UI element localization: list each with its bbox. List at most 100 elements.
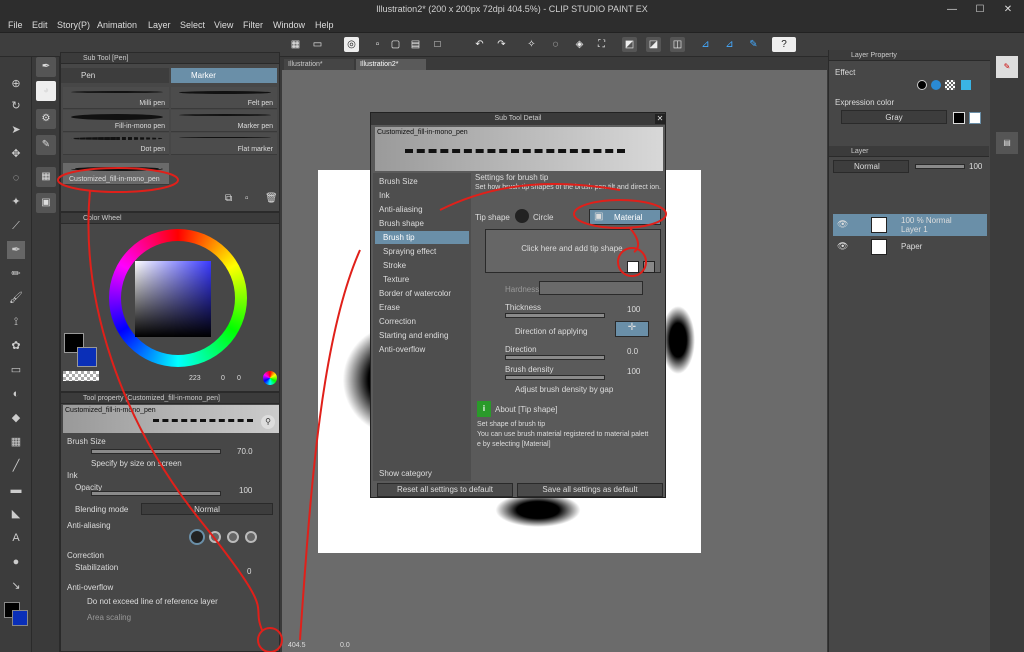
reset-all-button[interactable]: Reset all settings to default [377, 483, 513, 497]
selection-invert-icon[interactable]: ◫ [670, 37, 685, 52]
effect-expression-icon[interactable] [961, 80, 971, 90]
menu-view[interactable]: View [214, 20, 233, 30]
direction-applying-button[interactable]: ✛ [615, 321, 649, 337]
ruler-tool-icon[interactable]: ◣ [7, 505, 25, 523]
operation-icon[interactable]: ➤ [7, 121, 25, 139]
fill-icon[interactable]: ◈ [572, 37, 587, 52]
new-file-icon[interactable]: ▫ [370, 37, 385, 52]
redo-icon[interactable]: ↷ [494, 37, 509, 52]
layer-blend-select[interactable]: Normal [833, 160, 909, 173]
copy-subtool-icon[interactable]: ⧉ [225, 193, 232, 204]
lasso-icon[interactable]: ◌ [7, 169, 25, 187]
category-brush-size[interactable]: Brush Size [379, 177, 418, 186]
minimize-button[interactable]: — [938, 0, 966, 19]
saturation-value-square[interactable] [135, 261, 211, 337]
menu-story[interactable]: Story(P) [57, 20, 90, 30]
delete-subtool-icon[interactable]: 🗑 [265, 193, 278, 204]
monitor-icon[interactable]: ▭ [310, 37, 325, 52]
correct-line-icon[interactable]: ↘ [7, 577, 25, 595]
auto-select-icon[interactable]: ✦ [7, 193, 25, 211]
close-button[interactable]: ✕ [994, 0, 1022, 19]
menu-window[interactable]: Window [273, 20, 305, 30]
menu-filter[interactable]: Filter [243, 20, 263, 30]
category-erase[interactable]: Erase [379, 303, 400, 312]
opacity-slider[interactable] [91, 491, 221, 496]
layer-opacity-slider[interactable] [915, 164, 965, 169]
dialog-close-button[interactable]: ✕ [655, 114, 665, 124]
category-spraying-effect[interactable]: Spraying effect [383, 247, 436, 256]
tab-illustration2[interactable]: Illustration2* [356, 59, 426, 70]
layer-row-1[interactable]: 👁 100 % Normal Layer 1 [833, 214, 987, 236]
sub-color-chip[interactable] [77, 347, 97, 367]
direction-slider[interactable] [505, 355, 605, 360]
balloon-icon[interactable]: ● [7, 553, 25, 571]
text-icon[interactable]: A [7, 529, 25, 547]
layer-row-paper[interactable]: 👁 Paper [833, 236, 987, 258]
category-texture[interactable]: Texture [383, 275, 409, 284]
do-not-exceed-checkbox[interactable]: Do not exceed line of reference layer [87, 597, 218, 606]
expression-black-chip[interactable] [953, 112, 965, 124]
color-wheel-icon[interactable]: ◕ [36, 81, 56, 101]
save-all-button[interactable]: Save all settings as default [517, 483, 663, 497]
transparent-color-chip[interactable] [63, 371, 99, 381]
angle-value[interactable]: 0.0 [340, 642, 350, 649]
decoration-icon[interactable]: ✿ [7, 337, 25, 355]
hide-selection-icon[interactable]: ◩ [622, 37, 637, 52]
aa-strong-button[interactable] [245, 531, 257, 543]
tab-marker[interactable]: Marker [171, 68, 277, 83]
expression-color-select[interactable]: Gray [841, 110, 947, 124]
grid-icon[interactable]: ▦ [288, 37, 303, 52]
circle-tip-icon[interactable] [515, 209, 529, 223]
help-icon[interactable]: ? [772, 37, 796, 52]
menu-file[interactable]: File [8, 20, 23, 30]
menu-help[interactable]: Help [315, 20, 334, 30]
menu-select[interactable]: Select [180, 20, 205, 30]
eraser-icon[interactable]: ▭ [7, 361, 25, 379]
area-scaling-checkbox[interactable]: Area scaling [87, 613, 131, 622]
gradient-icon[interactable]: ▦ [7, 433, 25, 451]
color-mode-icon[interactable] [263, 371, 277, 385]
brush-felt-pen[interactable]: Felt pen [171, 87, 277, 109]
brush-icon[interactable]: 🖌 [7, 289, 25, 307]
layer-group-icon[interactable]: ▣ [36, 193, 56, 213]
aa-weak-button[interactable] [209, 531, 221, 543]
expression-white-chip[interactable] [969, 112, 981, 124]
delete-tip-icon[interactable] [643, 261, 655, 273]
rotate-icon[interactable]: ↻ [7, 97, 25, 115]
clear-icon[interactable]: ◌ [548, 37, 563, 52]
effect-tone-icon[interactable] [945, 80, 955, 90]
blend-icon[interactable]: ◐ [7, 385, 25, 403]
hardness-selector[interactable] [539, 281, 643, 295]
brush-dot-pen[interactable]: Dot pen [63, 133, 169, 155]
pen-pressure-icon[interactable]: ✎ [746, 37, 761, 52]
aa-medium-button[interactable] [227, 531, 239, 543]
ruler-snap-icon[interactable]: ⊿ [722, 37, 737, 52]
search-icon[interactable]: ⚲ [261, 415, 275, 429]
pencil-icon[interactable]: ✏ [7, 265, 25, 283]
brush-fill-in-mono-pen[interactable]: Fill-in-mono pen [63, 110, 169, 132]
grid-group-icon[interactable]: ▦ [36, 167, 56, 187]
add-tip-icon[interactable] [627, 261, 639, 273]
transform-icon[interactable]: ✧ [524, 37, 539, 52]
aa-none-button[interactable] [189, 529, 205, 545]
menu-animation[interactable]: Animation [97, 20, 137, 30]
menu-layer[interactable]: Layer [148, 20, 171, 30]
airbrush-icon[interactable]: ⟟ [7, 313, 25, 331]
pen-group-icon[interactable]: ✒ [36, 57, 56, 77]
brush-flat-marker[interactable]: Flat marker [171, 133, 277, 155]
category-correction[interactable]: Correction [379, 317, 416, 326]
pen-icon[interactable]: ✒ [7, 241, 25, 259]
category-brush-tip[interactable]: Brush tip [383, 233, 415, 242]
deselect-icon[interactable]: ◪ [646, 37, 661, 52]
eye-icon[interactable]: 👁 [837, 241, 848, 252]
fill-bucket-icon[interactable]: ◆ [7, 409, 25, 427]
figure-icon[interactable]: ╱ [7, 457, 25, 475]
open-file-icon[interactable]: ▢ [388, 37, 403, 52]
category-stroke[interactable]: Stroke [383, 261, 406, 270]
eyedropper-icon[interactable]: ⟋ [7, 217, 25, 235]
ruler-icon[interactable]: ⊿ [698, 37, 713, 52]
brush-size-slider[interactable] [91, 449, 221, 454]
undo-icon[interactable]: ↶ [472, 37, 487, 52]
category-border-watercolor[interactable]: Border of watercolor [379, 289, 451, 298]
specify-checkbox-label[interactable]: Specify by size on screen [91, 459, 182, 468]
